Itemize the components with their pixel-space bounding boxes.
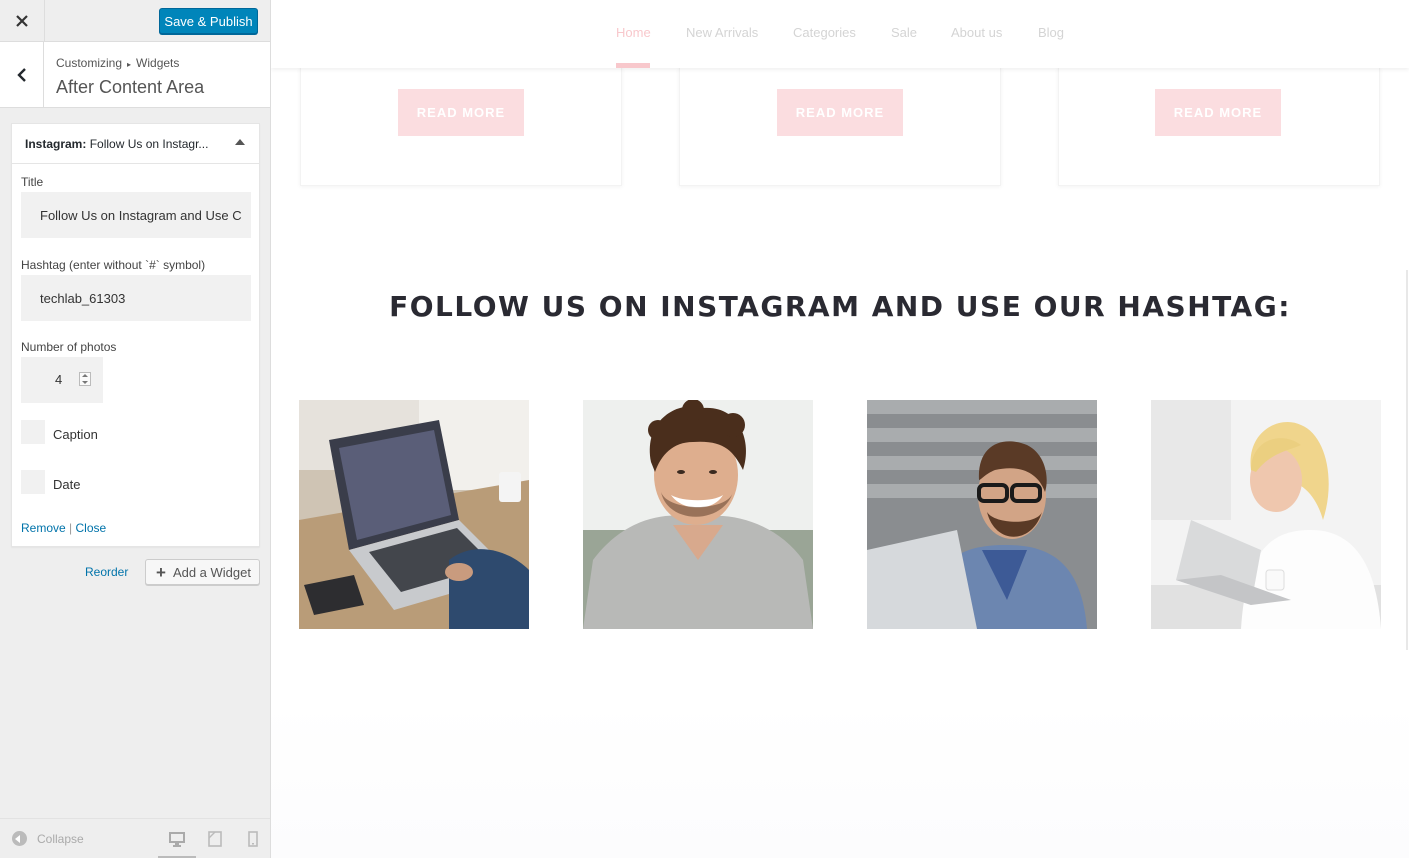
date-label: Date <box>53 477 81 492</box>
widget-type: Instagram: <box>25 137 87 151</box>
section-title: After Content Area <box>56 77 205 97</box>
scrollbar[interactable] <box>1406 270 1408 650</box>
woman-with-laptop-photo[interactable] <box>1151 400 1381 629</box>
customizer-header: Save & Publish <box>0 0 270 42</box>
chevron-left-icon <box>16 67 26 82</box>
site-preview: Home New Arrivals Categories Sale About … <box>271 0 1409 858</box>
read-more-button[interactable]: READ MORE <box>777 89 903 136</box>
widget-title: Instagram: Follow Us on Instagr... <box>25 137 225 151</box>
collapse-arrow-icon <box>12 831 27 846</box>
collapse-label: Collapse <box>37 831 84 846</box>
title-label: Title <box>21 175 44 189</box>
reorder-link[interactable]: Reorder <box>85 565 128 579</box>
close-icon <box>16 15 28 27</box>
hashtag-label: Hashtag (enter without `#` symbol) <box>21 258 206 272</box>
widget-header[interactable]: Instagram: Follow Us on Instagr... <box>12 124 259 164</box>
caption-label: Caption <box>53 427 98 442</box>
caption-checkbox[interactable] <box>21 420 45 444</box>
add-widget-button[interactable]: + Add a Widget <box>145 559 260 585</box>
customizer-footer: Collapse <box>0 818 270 858</box>
breadcrumb-root: Customizing <box>56 56 123 70</box>
preview-background <box>271 700 1409 858</box>
nav-active-indicator <box>616 63 650 68</box>
remove-link[interactable]: Remove <box>21 521 66 535</box>
actions-separator: | <box>65 521 76 535</box>
plus-icon: + <box>156 562 166 582</box>
read-more-button[interactable]: READ MORE <box>398 89 524 136</box>
breadcrumb-separator: ▸ <box>127 60 132 69</box>
laptop-photo[interactable] <box>299 400 529 629</box>
man-with-glasses-photo[interactable] <box>867 400 1097 629</box>
close-customizer-button[interactable] <box>0 0 45 42</box>
section-header: Customizing ▸ Widgets After Content Area <box>0 42 270 108</box>
hashtag-input[interactable]: techlab_61303 <box>21 275 251 321</box>
site-navigation: Home New Arrivals Categories Sale About … <box>271 0 1409 68</box>
title-input[interactable]: Follow Us on Instagram and Use C <box>21 192 251 238</box>
close-link[interactable]: Close <box>75 521 106 535</box>
add-widget-label: Add a Widget <box>172 564 251 580</box>
widget-name: Follow Us on Instagr... <box>89 137 209 151</box>
nav-blog[interactable]: Blog <box>1038 25 1064 40</box>
desktop-icon[interactable] <box>168 830 186 848</box>
photos-count-stepper[interactable]: 4 <box>21 357 103 403</box>
photos-count-value: 4 <box>55 372 63 387</box>
save-publish-button[interactable]: Save & Publish <box>159 8 258 34</box>
nav-sale[interactable]: Sale <box>891 25 917 40</box>
instagram-widget-panel: Instagram: Follow Us on Instagr... Title… <box>11 123 260 547</box>
back-button[interactable] <box>0 42 44 107</box>
photos-count-label: Number of photos <box>21 340 117 354</box>
nav-categories[interactable]: Categories <box>793 25 856 40</box>
instagram-heading: FOLLOW US ON INSTAGRAM AND USE OUR HASHT… <box>389 290 1291 323</box>
tablet-icon[interactable] <box>206 830 224 848</box>
collapse-arrow-icon[interactable] <box>235 139 245 145</box>
breadcrumb-current: Widgets <box>136 56 180 70</box>
smiling-man-photo[interactable] <box>583 400 813 629</box>
mobile-icon[interactable] <box>244 830 262 848</box>
customizer-sidebar: Save & Publish Customizing ▸ Widgets After… <box>0 0 271 858</box>
nav-about-us[interactable]: About us <box>951 25 1002 40</box>
stepper-arrows-icon[interactable] <box>79 372 91 386</box>
nav-new-arrivals[interactable]: New Arrivals <box>686 25 758 40</box>
breadcrumb: Customizing ▸ Widgets <box>56 56 179 70</box>
collapse-button[interactable]: Collapse <box>12 831 84 846</box>
read-more-button[interactable]: READ MORE <box>1155 89 1281 136</box>
nav-home[interactable]: Home <box>616 25 651 40</box>
date-checkbox[interactable] <box>21 470 45 494</box>
widget-actions: Remove | Close <box>21 521 106 535</box>
